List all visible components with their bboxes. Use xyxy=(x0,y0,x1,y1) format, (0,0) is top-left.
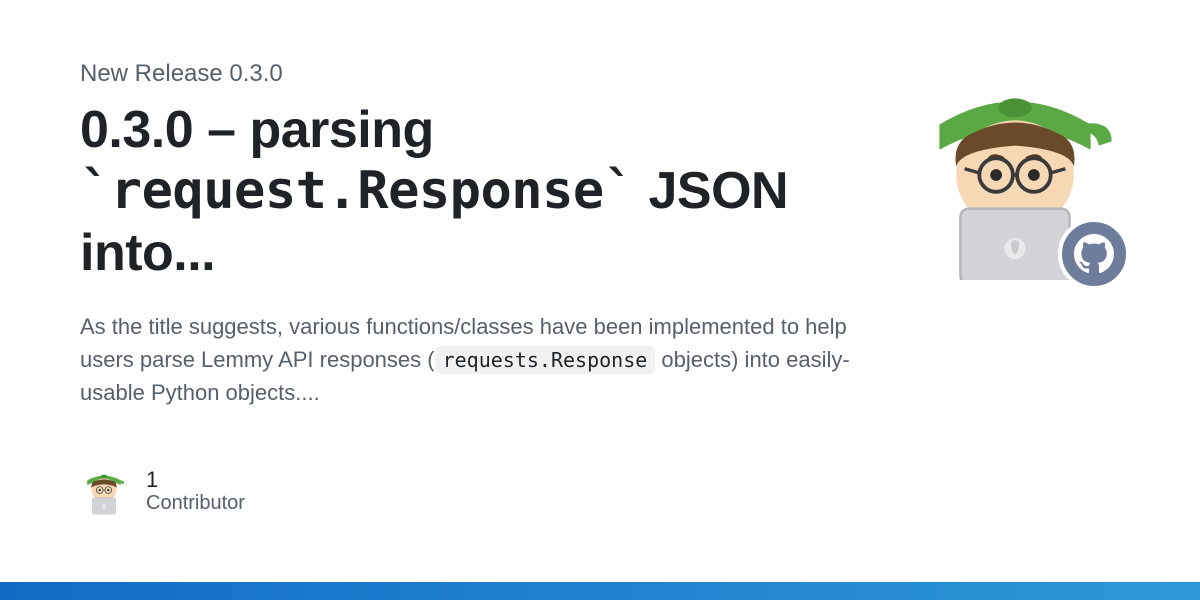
contributor-label: Contributor xyxy=(146,492,245,514)
contributor-count: 1 xyxy=(146,468,245,492)
release-title: 0.3.0 – parsing `request.Response` JSON … xyxy=(80,100,840,284)
contributor-text: 1 Contributor xyxy=(146,468,245,514)
title-text-prefix: 0.3.0 – parsing xyxy=(80,101,434,159)
release-card: New Release 0.3.0 0.3.0 – parsing `reque… xyxy=(0,0,1200,600)
author-avatar-block xyxy=(910,70,1120,280)
accent-bar xyxy=(0,582,1200,600)
github-icon xyxy=(1074,234,1114,274)
contributor-avatar xyxy=(80,467,128,515)
release-description: As the title suggests, various functions… xyxy=(80,310,850,409)
technologist-emoji-icon xyxy=(80,467,128,515)
github-badge xyxy=(1058,218,1130,290)
description-code: requests.Response xyxy=(435,346,656,374)
title-code: `request.Response` xyxy=(80,161,635,221)
contributor-row: 1 Contributor xyxy=(80,467,1120,515)
